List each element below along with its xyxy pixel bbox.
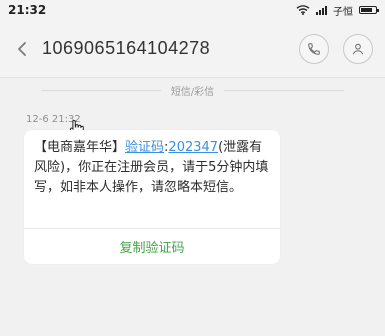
- phone-icon: [308, 42, 320, 55]
- contact-icon: [352, 43, 364, 54]
- signal-icon: [316, 5, 327, 15]
- conversation-header: 1069065164104278: [0, 20, 385, 78]
- status-time: 21:32: [8, 3, 47, 17]
- status-bar: 21:32 子恒: [0, 0, 385, 20]
- network-label: 子恒: [333, 6, 353, 18]
- message-prefix: 【电商嘉年华】: [34, 140, 126, 155]
- message-bubble: 【电商嘉年华】验证码:202347(泄露有风险)，你正在注册会员，请于5分钟内填…: [24, 130, 280, 264]
- call-button[interactable]: [299, 33, 329, 64]
- thread-section-label: 短信/彩信: [0, 83, 385, 98]
- message-text: 【电商嘉年华】验证码:202347(泄露有风险)，你正在注册会员，请于5分钟内填…: [34, 138, 270, 198]
- verification-code-link-label[interactable]: 验证码: [125, 140, 164, 155]
- back-chevron-icon: [18, 41, 26, 56]
- battery-icon: [359, 6, 379, 14]
- battery-fill: [361, 8, 372, 12]
- header-actions: [299, 33, 373, 64]
- copy-code-button[interactable]: 复制验证码: [24, 229, 280, 264]
- wifi-icon: [296, 5, 310, 15]
- verification-code-link[interactable]: 202347: [168, 140, 218, 155]
- status-right-group: 子恒: [296, 3, 379, 18]
- back-arrow-icon[interactable]: [12, 39, 32, 59]
- contact-button[interactable]: [343, 33, 373, 64]
- phone-number-title: 1069065164104278: [42, 38, 211, 58]
